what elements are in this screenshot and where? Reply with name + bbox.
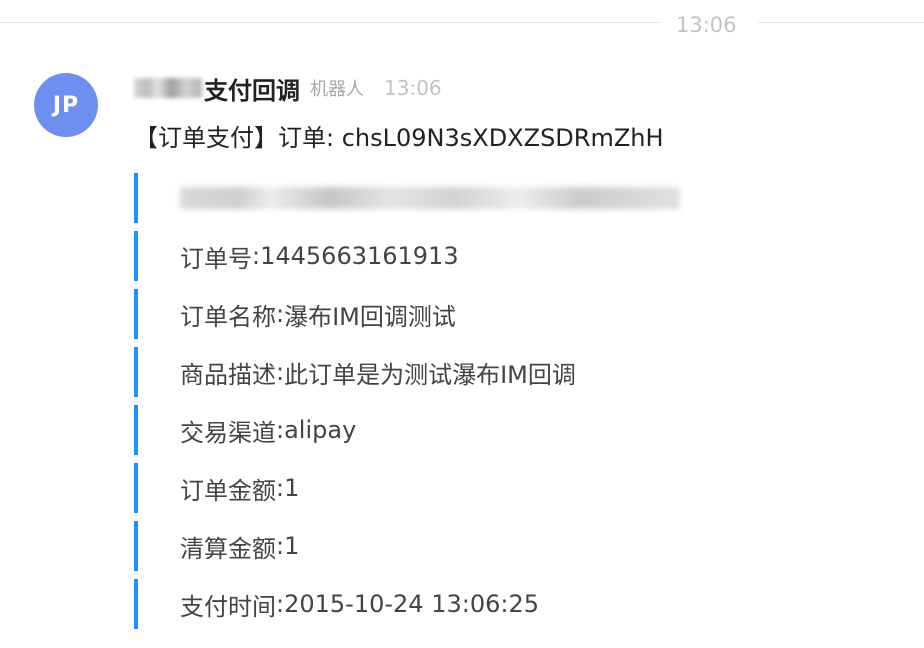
- field-separator: :: [252, 242, 261, 270]
- field-separator: :: [276, 590, 285, 618]
- robot-tag: 机器人: [310, 79, 364, 100]
- field-value: 瀑布IM回调测试: [284, 302, 456, 331]
- message-title: 【订单支付】订单: chsL09N3sXDXZSDRmZhH: [134, 124, 664, 152]
- field-value: 1: [284, 474, 300, 502]
- field-value: 2015-10-24 13:06:25: [284, 590, 539, 618]
- field-row-order-name: 订单名称 : 瀑布IM回调测试: [134, 289, 834, 339]
- field-label: 清算金额: [180, 534, 276, 563]
- field-value: 此订单是为测试瀑布IM回调: [284, 360, 576, 389]
- field-row-payment-time: 支付时间 : 2015-10-24 13:06:25: [134, 579, 834, 629]
- divider-line: [758, 22, 924, 23]
- field-label: 支付时间: [180, 592, 276, 621]
- attachment-fields: 订单号 : 1445663161913 订单名称 : 瀑布IM回调测试 商品描述…: [134, 173, 834, 637]
- redacted-text: [180, 187, 680, 209]
- sender-name-text: 支付回调: [204, 76, 300, 105]
- avatar[interactable]: JP: [34, 73, 98, 137]
- message-header: 支付回调 机器人 13:06: [134, 70, 442, 106]
- field-row-payment-channel: 交易渠道 : alipay: [134, 405, 834, 455]
- message-time: 13:06: [384, 76, 442, 100]
- field-row-settlement-amount: 清算金额 : 1: [134, 521, 834, 571]
- field-separator: :: [276, 358, 285, 386]
- divider-line: [0, 22, 660, 23]
- divider-time: 13:06: [676, 13, 737, 37]
- field-value: 1445663161913: [260, 242, 459, 270]
- field-label: 订单金额: [180, 476, 276, 505]
- field-value: 1: [284, 532, 300, 560]
- field-value: alipay: [284, 416, 357, 444]
- field-row-product-description: 商品描述 : 此订单是为测试瀑布IM回调: [134, 347, 834, 397]
- field-label: 订单号: [180, 244, 252, 273]
- field-row-order-number: 订单号 : 1445663161913: [134, 231, 834, 281]
- chat-page: 13:06 JP 支付回调 机器人 13:06 【订单支付】订单: chsL09…: [0, 0, 924, 648]
- time-divider: 13:06: [0, 0, 924, 50]
- field-separator: :: [276, 300, 285, 328]
- field-separator: :: [276, 532, 285, 560]
- field-label: 订单名称: [180, 302, 276, 331]
- redacted-field-row: [134, 173, 834, 223]
- field-row-order-amount: 订单金额 : 1: [134, 463, 834, 513]
- field-separator: :: [276, 416, 285, 444]
- field-label: 交易渠道: [180, 418, 276, 447]
- sender-name[interactable]: 支付回调: [134, 71, 300, 106]
- field-label: 商品描述: [180, 360, 276, 389]
- field-separator: :: [276, 474, 285, 502]
- redacted-name-prefix: [134, 78, 202, 98]
